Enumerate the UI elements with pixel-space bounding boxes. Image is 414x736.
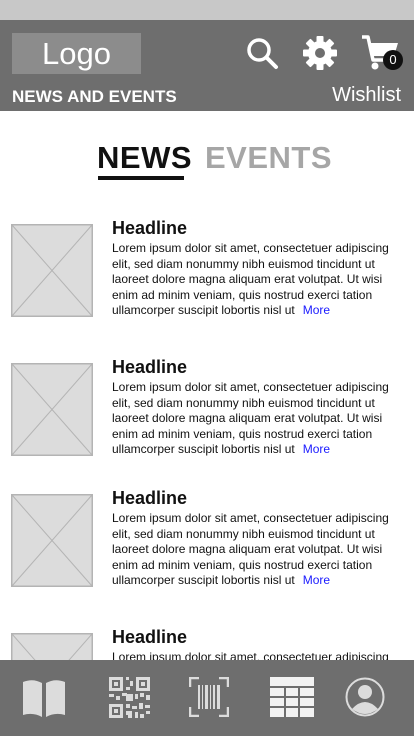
- tab-bar: NEWS EVENTS: [0, 140, 414, 185]
- tab-news[interactable]: NEWS: [97, 140, 192, 176]
- news-summary: Lorem ipsum dolor sit amet, consectetuer…: [112, 380, 402, 458]
- news-summary-text: Lorem ipsum dolor sit amet, consectetuer…: [112, 380, 389, 456]
- status-bar: [0, 0, 414, 20]
- news-list[interactable]: Headline Lorem ipsum dolor sit amet, con…: [0, 211, 414, 660]
- nav-qr-button[interactable]: [109, 677, 150, 719]
- active-tab-indicator: [98, 176, 184, 180]
- news-headline[interactable]: Headline: [112, 357, 187, 378]
- qr-code-icon: [109, 677, 150, 718]
- app-header: Logo 0 NEWS AND EVENTS Wishlist: [0, 20, 414, 111]
- news-summary: Lorem ipsum dolor sit amet, consectetuer…: [112, 241, 402, 319]
- news-headline[interactable]: Headline: [112, 488, 187, 509]
- image-placeholder: [11, 224, 93, 317]
- news-item[interactable]: Headline Lorem ipsum dolor sit amet, con…: [0, 620, 414, 660]
- news-item[interactable]: Headline Lorem ipsum dolor sit amet, con…: [0, 211, 414, 331]
- news-summary-text: Lorem ipsum dolor sit amet, consectetuer…: [112, 241, 389, 317]
- user-avatar-icon: [345, 677, 385, 717]
- nav-grid-button[interactable]: [270, 677, 314, 719]
- news-headline[interactable]: Headline: [112, 627, 187, 648]
- settings-button[interactable]: [302, 35, 338, 71]
- logo[interactable]: Logo: [12, 33, 141, 74]
- image-placeholder: [11, 633, 93, 660]
- more-link[interactable]: More: [303, 573, 330, 587]
- news-summary-text: Lorem ipsum dolor sit amet, consectetuer…: [112, 511, 389, 587]
- image-placeholder: [11, 363, 93, 456]
- news-summary: Lorem ipsum dolor sit amet, consectetuer…: [112, 511, 402, 589]
- image-placeholder: [11, 494, 93, 587]
- nav-catalog-button[interactable]: [21, 677, 67, 719]
- nav-profile-button[interactable]: [345, 677, 385, 719]
- page-title: NEWS AND EVENTS: [12, 87, 177, 106]
- news-item[interactable]: Headline Lorem ipsum dolor sit amet, con…: [0, 481, 414, 601]
- barcode-scan-icon: [188, 676, 230, 718]
- grid-table-icon: [270, 677, 314, 717]
- bottom-navigation: [0, 660, 414, 736]
- more-link[interactable]: More: [303, 442, 330, 456]
- search-icon: [247, 38, 278, 69]
- nav-barcode-scan-button[interactable]: [188, 676, 230, 719]
- cart-count-badge: 0: [383, 50, 403, 70]
- search-button[interactable]: [245, 36, 279, 70]
- more-link[interactable]: More: [303, 303, 330, 317]
- news-summary: Lorem ipsum dolor sit amet, consectetuer…: [112, 650, 402, 660]
- book-icon: [23, 680, 65, 717]
- tab-events[interactable]: EVENTS: [205, 140, 332, 176]
- wishlist-link[interactable]: Wishlist: [332, 84, 401, 107]
- news-headline[interactable]: Headline: [112, 218, 187, 239]
- news-summary-text: Lorem ipsum dolor sit amet, consectetuer…: [112, 650, 389, 660]
- news-item[interactable]: Headline Lorem ipsum dolor sit amet, con…: [0, 350, 414, 470]
- gear-icon: [303, 36, 337, 70]
